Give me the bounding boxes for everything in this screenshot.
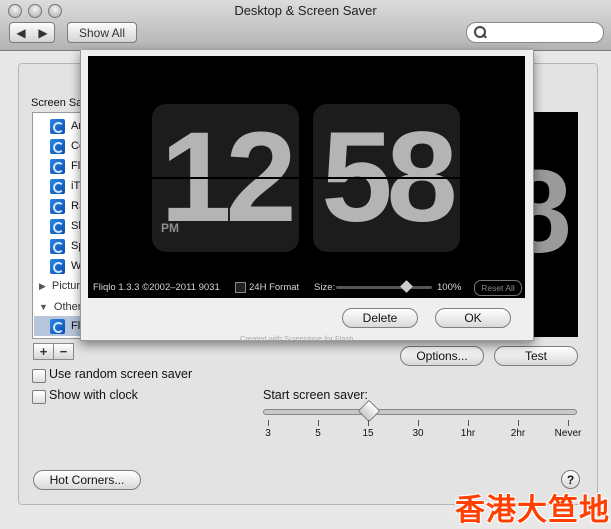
group-pictures[interactable]: ▶ Pictur <box>34 277 80 295</box>
disclosure-right-icon[interactable]: ▶ <box>39 281 46 292</box>
size-value: 100% <box>437 282 462 293</box>
ampm-indicator: PM <box>161 221 179 235</box>
remove-screen-saver-button[interactable]: − <box>53 343 74 360</box>
delete-button[interactable]: Delete <box>342 308 418 328</box>
forward-button[interactable]: ▶ <box>32 22 55 43</box>
show-all-button[interactable]: Show All <box>67 22 137 43</box>
reset-all-button[interactable]: Reset All <box>474 280 522 296</box>
add-screen-saver-button[interactable]: + <box>33 343 54 360</box>
random-screen-saver-checkbox[interactable] <box>32 369 46 383</box>
slider-tick <box>418 420 419 426</box>
slider-tick <box>318 420 319 426</box>
start-screen-saver-label: Start screen saver: <box>263 388 368 402</box>
screen-saver-icon <box>50 118 65 134</box>
slider-tick-label: 3 <box>265 428 271 439</box>
show-clock-checkbox[interactable] <box>32 390 46 404</box>
search-input[interactable] <box>466 22 604 43</box>
fliqlo-credit: Fliqlo 1.3.3 ©2002–2011 9031 <box>93 282 220 293</box>
slider-tick <box>518 420 519 426</box>
screen-saver-icon <box>50 158 65 174</box>
random-screen-saver-label: Use random screen saver <box>49 367 193 381</box>
slider-tick-label: Never <box>554 428 582 439</box>
disclosure-down-icon[interactable]: ▼ <box>39 302 48 312</box>
slider-tick <box>368 420 369 426</box>
slider-tick-label: 5 <box>315 428 321 439</box>
window-title: Desktop & Screen Saver <box>234 3 377 18</box>
options-button[interactable]: Options... <box>400 346 484 366</box>
back-arrow-icon: ◀ <box>16 25 26 40</box>
group-other[interactable]: ▼ Other <box>34 298 81 316</box>
slider-tick-label: 1hr <box>460 428 476 439</box>
24h-format-checkbox[interactable] <box>235 282 246 293</box>
screen-saver-icon <box>50 178 65 194</box>
hour-flap-split <box>152 177 299 179</box>
screen-saver-icon <box>50 198 65 214</box>
ok-button[interactable]: OK <box>435 308 511 328</box>
slider-tick <box>268 420 269 426</box>
test-button[interactable]: Test <box>494 346 578 366</box>
back-button[interactable]: ◀ <box>9 22 33 43</box>
size-slider[interactable] <box>336 286 432 289</box>
screen-saver-icon <box>50 138 65 154</box>
slider-tick <box>468 420 469 426</box>
watermark-logo: 香港大笪地 <box>455 493 610 528</box>
screen-saver-icon <box>50 238 65 254</box>
hot-corners-button[interactable]: Hot Corners... <box>33 470 141 490</box>
minute-flap-split <box>313 177 460 179</box>
slider-tick-label: 2hr <box>510 428 526 439</box>
show-clock-label: Show with clock <box>49 388 138 402</box>
screen-saver-icon <box>50 318 65 334</box>
screen-saver-icon <box>50 218 65 234</box>
created-with-label: Created with Screentime for Flash <box>240 334 354 343</box>
start-screen-saver-slider[interactable] <box>263 409 577 415</box>
screen-saver-icon <box>50 258 65 274</box>
size-label: Size: <box>314 282 336 293</box>
slider-tick-label: 30 <box>412 428 424 439</box>
24h-format-label: 24H Format <box>249 282 300 293</box>
slider-tick <box>568 420 569 426</box>
slider-tick-label: 15 <box>362 428 374 439</box>
forward-arrow-icon: ▶ <box>38 25 48 40</box>
